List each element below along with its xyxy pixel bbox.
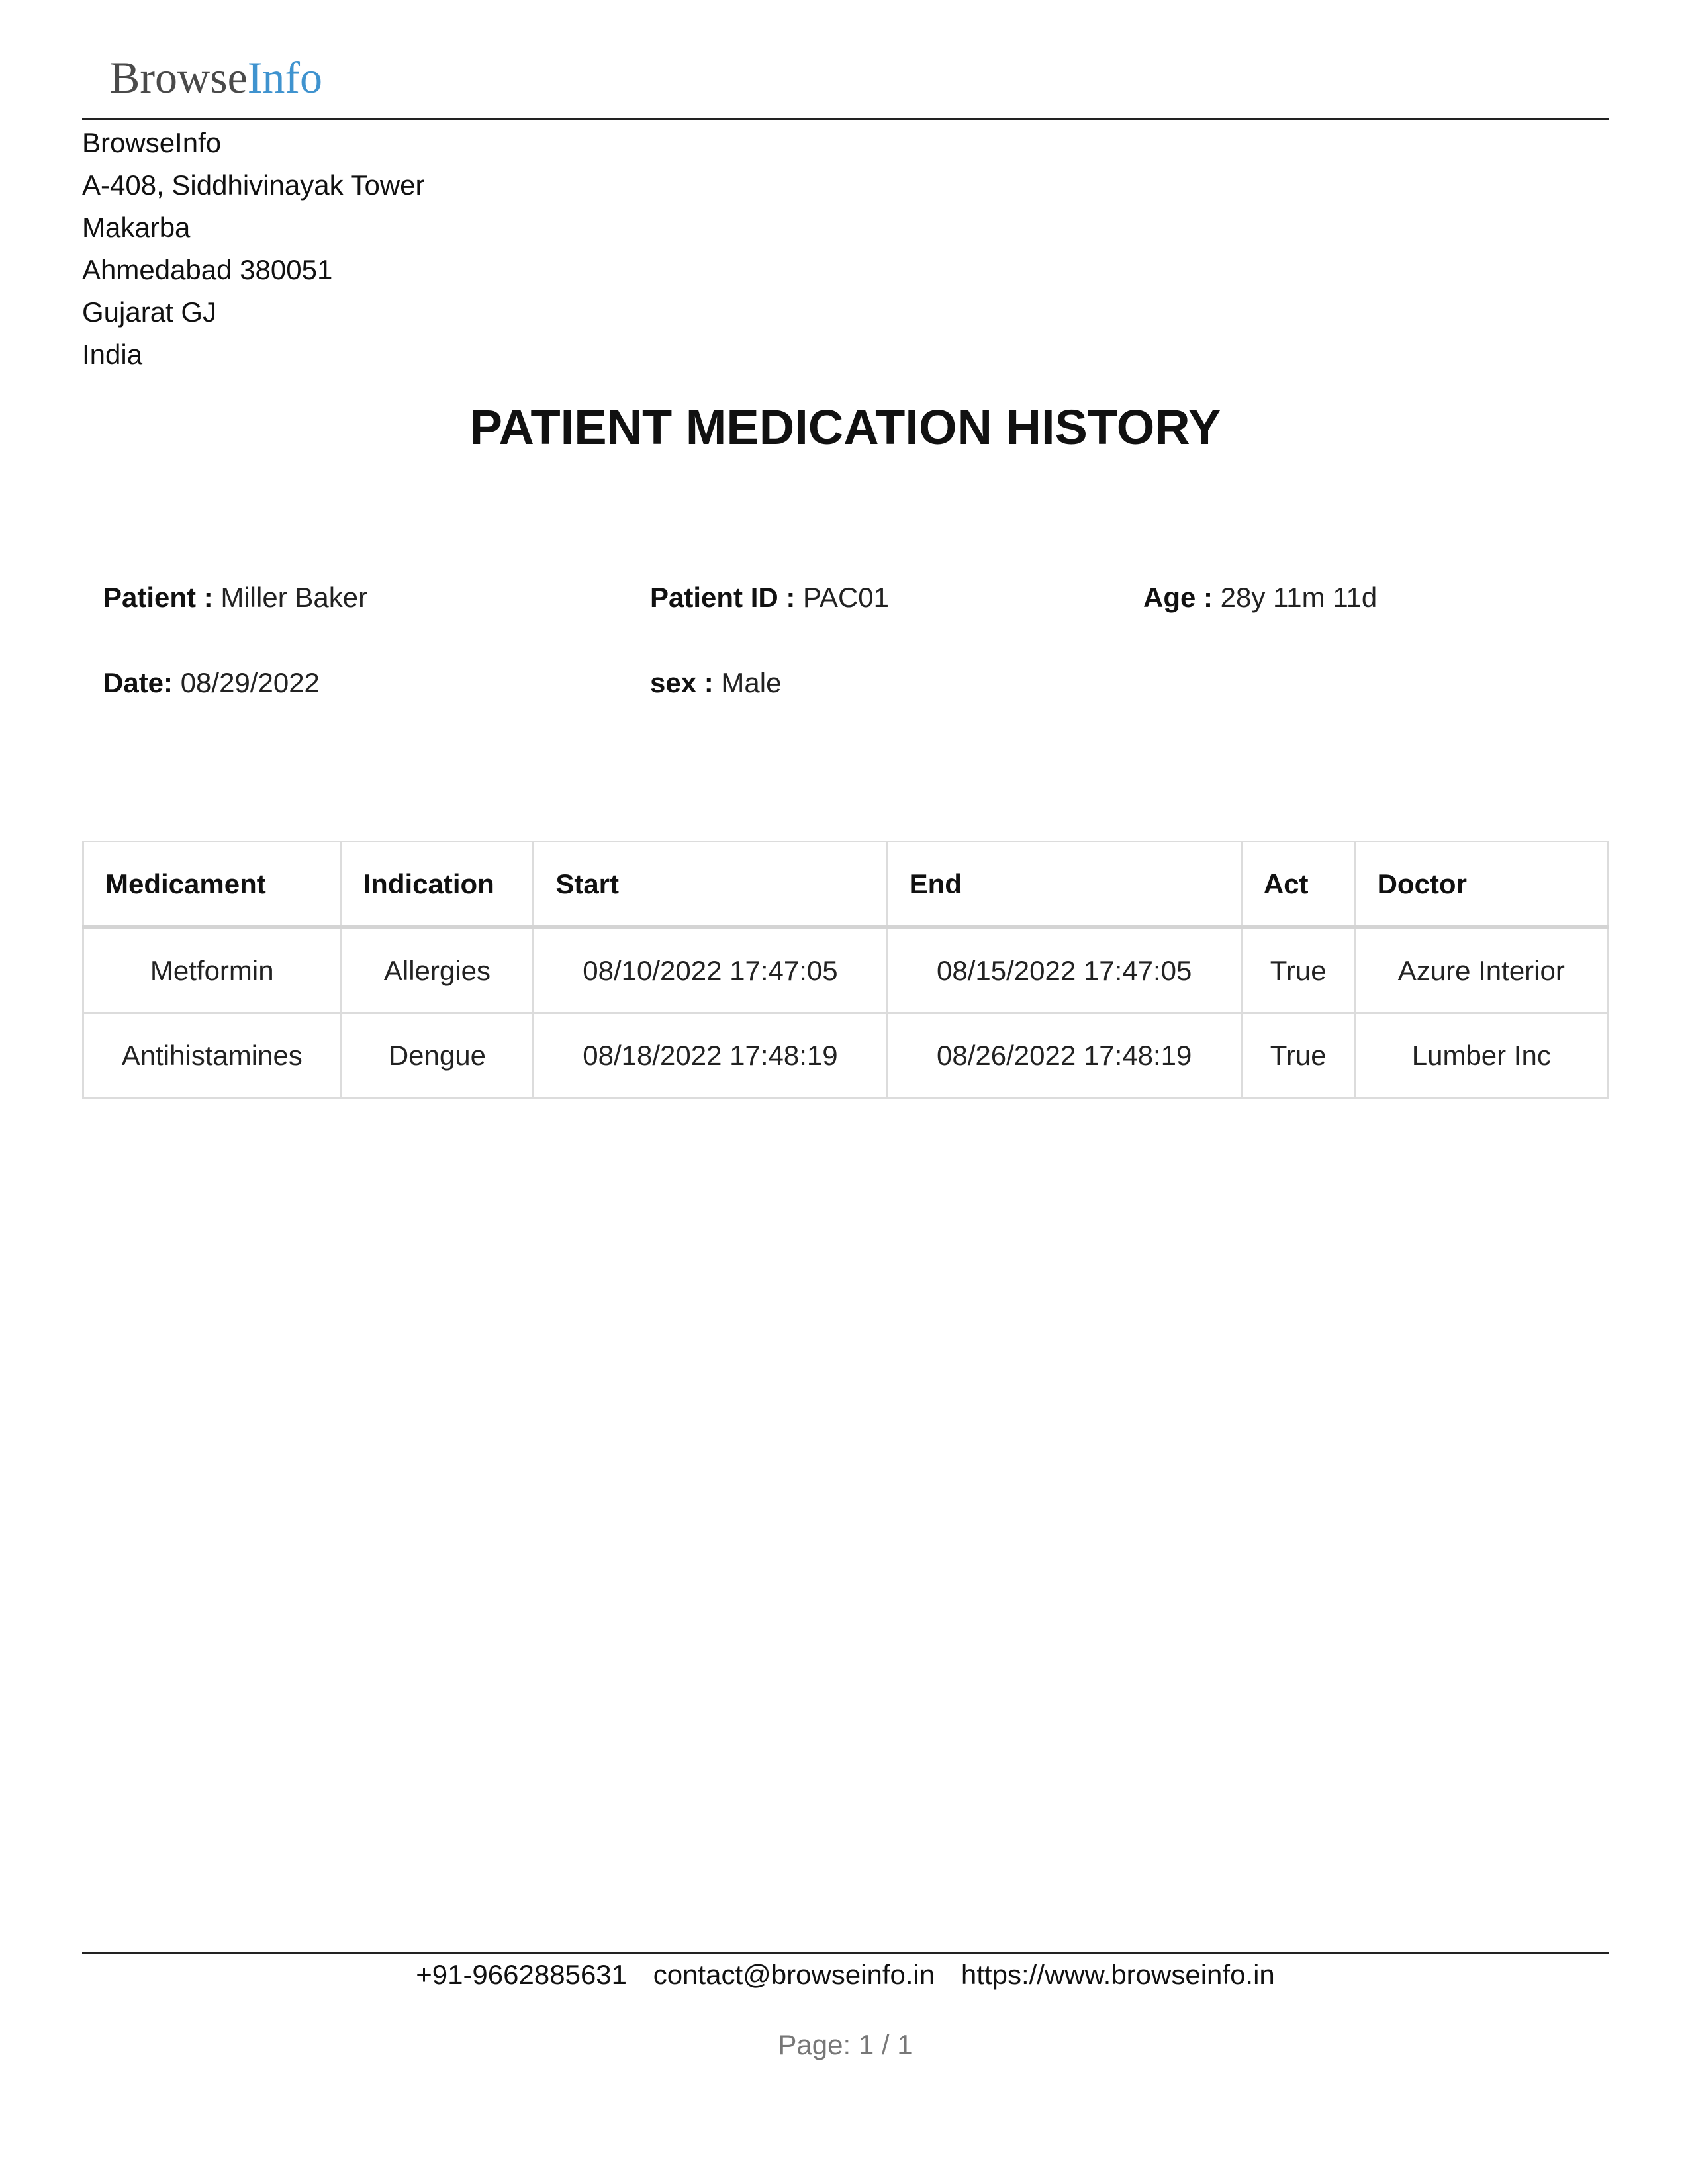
column-header-indication: Indication bbox=[340, 841, 535, 929]
company-logo: BrowseInfo bbox=[110, 48, 322, 107]
footer-divider bbox=[82, 1952, 1609, 1954]
header-divider bbox=[82, 118, 1609, 120]
company-area: Makarba bbox=[82, 212, 191, 243]
column-header-start: Start bbox=[532, 841, 888, 929]
footer-email: contact@browseinfo.in bbox=[653, 1959, 935, 1990]
patient-id-field: Patient ID : PAC01 bbox=[650, 578, 889, 617]
footer-contact: +91-9662885631 contact@browseinfo.in htt… bbox=[82, 1955, 1609, 1995]
company-state: Gujarat GJ bbox=[82, 296, 217, 328]
patient-name-value: Miller Baker bbox=[220, 582, 368, 613]
cell-indication: Allergies bbox=[340, 926, 535, 1014]
footer-website: https://www.browseinfo.in bbox=[961, 1959, 1275, 1990]
patient-name-label: Patient : bbox=[103, 582, 213, 613]
medication-table: Medicament Indication Start End Act Doct… bbox=[82, 841, 1609, 1099]
patient-age-value: 28y 11m 11d bbox=[1220, 582, 1378, 613]
report-date-label: Date: bbox=[103, 667, 173, 698]
cell-medicament: Antihistamines bbox=[82, 1012, 342, 1099]
report-date-field: Date: 08/29/2022 bbox=[103, 663, 320, 703]
column-header-end: End bbox=[886, 841, 1243, 929]
patient-id-value: PAC01 bbox=[803, 582, 889, 613]
patient-sex-field: sex : Male bbox=[650, 663, 781, 703]
company-country: India bbox=[82, 339, 143, 370]
table-header-row: Medicament Indication Start End Act Doct… bbox=[82, 841, 1609, 929]
cell-medicament: Metformin bbox=[82, 926, 342, 1014]
document-page: BrowseInfo BrowseInfo A-408, Siddhivinay… bbox=[82, 0, 1609, 2184]
table-row: Metformin Allergies 08/10/2022 17:47:05 … bbox=[82, 926, 1609, 1014]
logo-text-info: Info bbox=[247, 52, 323, 103]
logo-text-browse: Browse bbox=[110, 52, 248, 103]
cell-act: True bbox=[1240, 926, 1356, 1014]
cell-end: 08/15/2022 17:47:05 bbox=[886, 926, 1243, 1014]
footer-phone: +91-9662885631 bbox=[416, 1959, 628, 1990]
cell-doctor: Azure Interior bbox=[1354, 926, 1609, 1014]
page-number: Page: 1 / 1 bbox=[778, 2029, 913, 2060]
company-city-zip: Ahmedabad 380051 bbox=[82, 254, 333, 285]
patient-id-label: Patient ID : bbox=[650, 582, 796, 613]
cell-start: 08/10/2022 17:47:05 bbox=[532, 926, 888, 1014]
patient-name-field: Patient : Miller Baker bbox=[103, 578, 367, 617]
report-date-value: 08/29/2022 bbox=[180, 667, 320, 698]
column-header-doctor: Doctor bbox=[1354, 841, 1609, 929]
company-address: BrowseInfo A-408, Siddhivinayak Tower Ma… bbox=[82, 122, 425, 376]
table-row: Antihistamines Dengue 08/18/2022 17:48:1… bbox=[82, 1012, 1609, 1099]
company-street: A-408, Siddhivinayak Tower bbox=[82, 169, 425, 201]
cell-doctor: Lumber Inc bbox=[1354, 1012, 1609, 1099]
cell-end: 08/26/2022 17:48:19 bbox=[886, 1012, 1243, 1099]
cell-act: True bbox=[1240, 1012, 1356, 1099]
patient-sex-value: Male bbox=[721, 667, 782, 698]
company-name: BrowseInfo bbox=[82, 127, 222, 158]
column-header-act: Act bbox=[1240, 841, 1356, 929]
cell-indication: Dengue bbox=[340, 1012, 535, 1099]
column-header-medicament: Medicament bbox=[82, 841, 342, 929]
patient-sex-label: sex : bbox=[650, 667, 714, 698]
patient-age-label: Age : bbox=[1143, 582, 1213, 613]
cell-start: 08/18/2022 17:48:19 bbox=[532, 1012, 888, 1099]
document-title: PATIENT MEDICATION HISTORY bbox=[469, 400, 1221, 455]
patient-age-field: Age : 28y 11m 11d bbox=[1143, 578, 1377, 617]
